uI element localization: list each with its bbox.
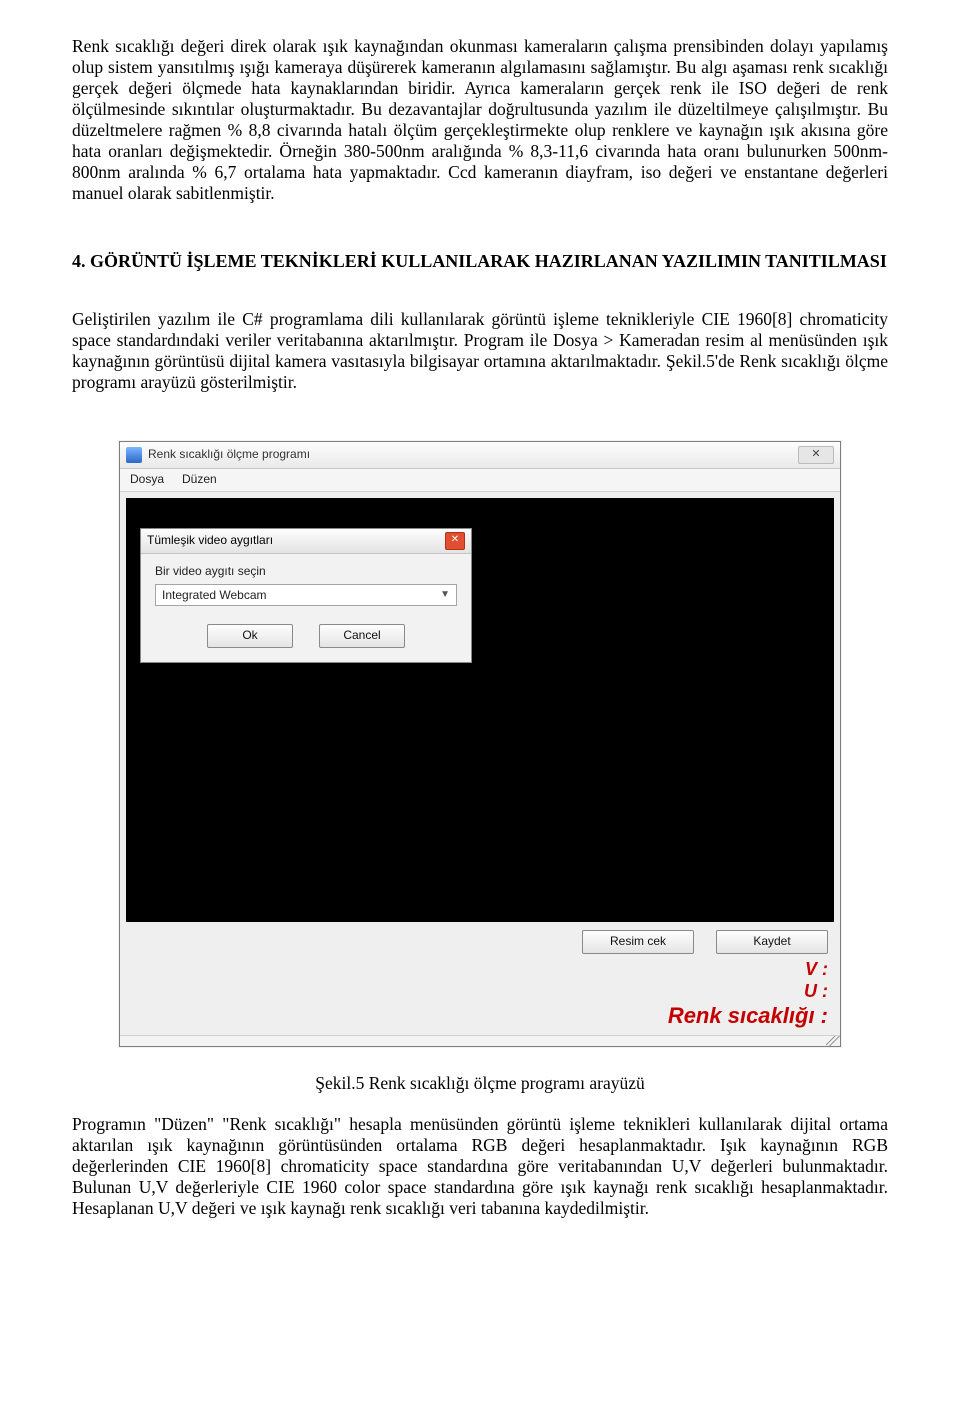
device-select[interactable]: Integrated Webcam ▼ <box>155 584 457 606</box>
app-icon <box>126 447 142 463</box>
readout: V : U : Renk sıcaklığı : <box>120 958 840 1035</box>
window-close-button[interactable]: ✕ <box>798 446 834 464</box>
readout-temp: Renk sıcaklığı : <box>120 1003 828 1029</box>
readout-u: U : <box>120 980 828 1003</box>
app-window: Renk sıcaklığı ölçme programı ✕ Dosya Dü… <box>119 441 841 1047</box>
capture-button[interactable]: Resim cek <box>582 930 694 954</box>
figure-caption: Şekil.5 Renk sıcaklığı ölçme programı ar… <box>72 1073 888 1094</box>
paragraph-3: Programın "Düzen" "Renk sıcaklığı" hesap… <box>72 1114 888 1219</box>
paragraph-1: Renk sıcaklığı değeri direk olarak ışık … <box>72 36 888 204</box>
dialog-close-button[interactable]: ✕ <box>445 532 465 550</box>
resize-grip-icon[interactable] <box>826 1036 840 1046</box>
dialog-label: Bir video aygıtı seçin <box>155 564 457 578</box>
menu-file[interactable]: Dosya <box>130 472 164 486</box>
device-dialog: Tümleşik video aygıtları ✕ Bir video ayg… <box>140 528 472 663</box>
action-bar: Resim cek Kaydet <box>120 922 840 958</box>
dialog-title: Tümleşik video aygıtları <box>147 533 273 547</box>
cancel-button[interactable]: Cancel <box>319 624 405 648</box>
chevron-down-icon: ▼ <box>440 589 450 601</box>
menubar: Dosya Düzen <box>120 469 840 492</box>
window-title: Renk sıcaklığı ölçme programı <box>148 447 798 461</box>
readout-v: V : <box>120 958 828 981</box>
section-heading: 4. GÖRÜNTÜ İŞLEME TEKNİKLERİ KULLANILARA… <box>72 250 888 273</box>
save-button[interactable]: Kaydet <box>716 930 828 954</box>
menu-edit[interactable]: Düzen <box>182 472 217 486</box>
titlebar: Renk sıcaklığı ölçme programı ✕ <box>120 442 840 469</box>
image-canvas: Tümleşik video aygıtları ✕ Bir video ayg… <box>126 498 834 922</box>
device-select-value: Integrated Webcam <box>162 588 267 602</box>
ok-button[interactable]: Ok <box>207 624 293 648</box>
status-strip <box>120 1035 840 1046</box>
paragraph-2: Geliştirilen yazılım ile C# programlama … <box>72 309 888 393</box>
